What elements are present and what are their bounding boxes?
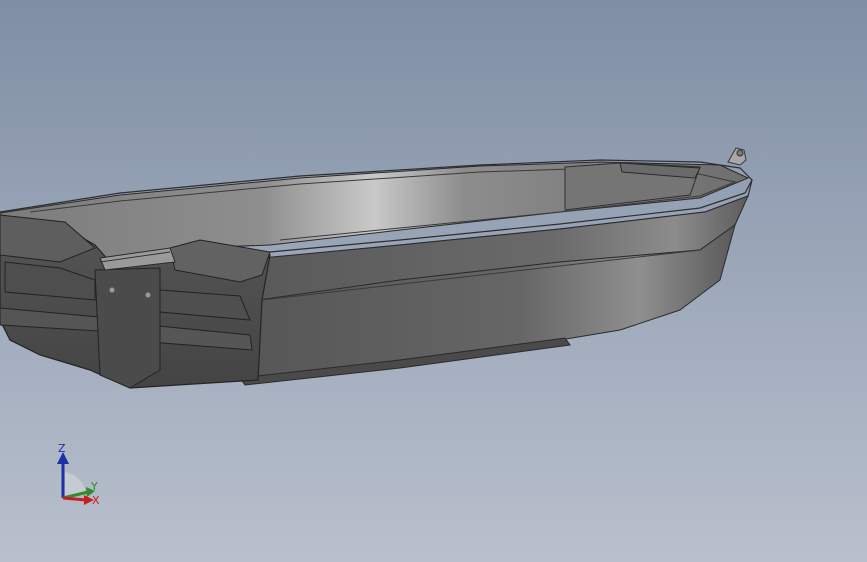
z-axis-label: Z — [58, 442, 66, 455]
y-axis-label: Y — [90, 480, 98, 493]
bow-eye — [727, 147, 747, 166]
graphics-viewport[interactable]: Z Y X — [0, 0, 867, 562]
axis-triad: Z Y X — [57, 442, 100, 507]
x-axis-line — [62, 496, 87, 502]
x-axis-label: X — [92, 494, 100, 507]
transom-bolt — [109, 287, 115, 293]
boat-model[interactable] — [0, 0, 867, 562]
transom-bolt — [145, 292, 151, 298]
transom-plate — [94, 267, 161, 389]
